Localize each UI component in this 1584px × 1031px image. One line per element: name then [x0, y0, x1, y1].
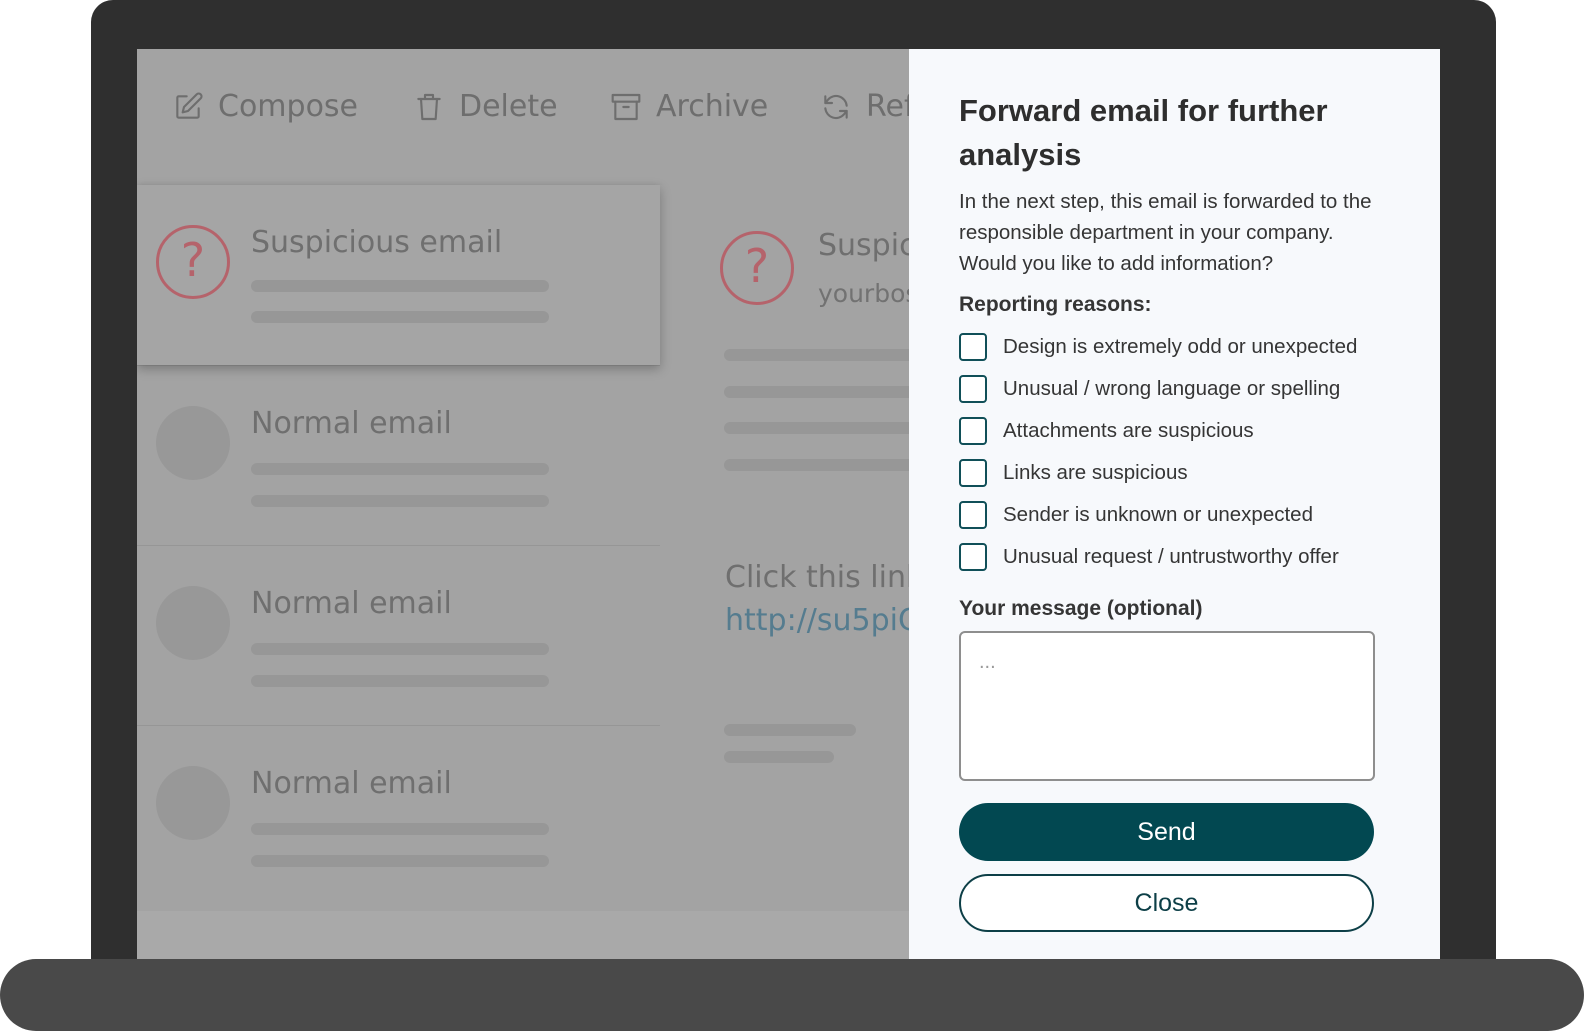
forward-email-dialog: Forward email for further analysis In th… — [909, 49, 1440, 959]
archive-label: Archive — [656, 89, 769, 124]
reason-option[interactable]: Unusual request / untrustworthy offer — [959, 536, 1390, 578]
refresh-button[interactable]: Ref — [820, 89, 915, 124]
reason-option[interactable]: Links are suspicious — [959, 452, 1390, 494]
text-placeholder-bar — [251, 280, 549, 292]
reason-checkbox[interactable] — [959, 543, 987, 571]
delete-button[interactable]: Delete — [413, 89, 558, 124]
reason-label: Links are suspicious — [1003, 461, 1188, 484]
email-title: Suspicious email — [251, 225, 503, 260]
email-title: Normal email — [251, 406, 452, 441]
text-placeholder-bar — [251, 311, 549, 323]
close-button[interactable]: Close — [959, 874, 1374, 932]
reason-checkbox[interactable] — [959, 501, 987, 529]
dialog-intro: In the next step, this email is forwarde… — [959, 190, 1372, 275]
message-label: Your message (optional) — [959, 597, 1203, 620]
reason-option[interactable]: Sender is unknown or unexpected — [959, 494, 1390, 536]
text-placeholder-bar — [724, 751, 834, 763]
text-placeholder-bar — [251, 463, 549, 475]
refresh-icon — [824, 94, 848, 119]
email-title: Normal email — [251, 766, 452, 801]
question-mark-icon: ? — [720, 231, 794, 305]
avatar — [156, 766, 230, 840]
preview-sender: yourbos — [818, 279, 919, 308]
email-list-item[interactable]: Normal email — [137, 725, 660, 905]
reporting-reasons-list: Design is extremely odd or unexpected Un… — [959, 326, 1390, 578]
archive-button[interactable]: Archive — [610, 89, 768, 124]
reason-checkbox[interactable] — [959, 375, 987, 403]
email-list: ? Suspicious email Normal email Normal e… — [137, 185, 660, 911]
reason-label: Unusual request / untrustworthy offer — [1003, 545, 1339, 568]
email-list-item[interactable]: Normal email — [137, 545, 660, 725]
reason-checkbox[interactable] — [959, 417, 987, 445]
send-button[interactable]: Send — [959, 803, 1374, 861]
preview-body-text: Click this link! — [725, 560, 936, 595]
reason-option[interactable]: Attachments are suspicious — [959, 410, 1390, 452]
toolbar: Compose Delete Archive Ref — [137, 49, 937, 165]
reason-label: Attachments are suspicious — [1003, 419, 1254, 442]
reason-label: Design is extremely odd or unexpected — [1003, 335, 1358, 358]
text-placeholder-bar — [724, 724, 856, 736]
reason-label: Sender is unknown or unexpected — [1003, 503, 1313, 526]
email-list-item-suspicious[interactable]: ? Suspicious email — [137, 185, 660, 365]
refresh-label: Ref — [866, 89, 915, 124]
screen: Compose Delete Archive Ref ? Suspicious … — [137, 49, 1440, 959]
text-placeholder-bar — [724, 459, 924, 471]
reason-option[interactable]: Unusual / wrong language or spelling — [959, 368, 1390, 410]
text-placeholder-bar — [251, 675, 549, 687]
preview-subject: Suspic — [818, 228, 916, 263]
avatar — [156, 406, 230, 480]
text-placeholder-bar — [251, 823, 549, 835]
email-title: Normal email — [251, 586, 452, 621]
reason-option[interactable]: Design is extremely odd or unexpected — [959, 326, 1390, 368]
email-list-item[interactable]: Normal email — [137, 365, 660, 545]
laptop-base — [0, 959, 1584, 1031]
message-input[interactable] — [959, 631, 1375, 781]
compose-label: Compose — [218, 89, 359, 124]
text-placeholder-bar — [724, 386, 924, 398]
compose-icon — [176, 91, 203, 119]
suspicious-link[interactable]: http://su5piC1 — [725, 603, 938, 638]
compose-button[interactable]: Compose — [172, 89, 358, 124]
archive-icon — [611, 93, 641, 120]
text-placeholder-bar — [251, 643, 549, 655]
avatar — [156, 586, 230, 660]
dialog-title: Forward email for further analysis — [959, 93, 1328, 172]
text-placeholder-bar — [251, 855, 549, 867]
text-placeholder-bar — [724, 422, 924, 434]
text-placeholder-bar — [724, 349, 924, 361]
question-mark-icon: ? — [156, 225, 230, 299]
text-placeholder-bar — [251, 495, 549, 507]
reporting-reasons-label: Reporting reasons: — [959, 293, 1152, 316]
delete-label: Delete — [459, 89, 558, 124]
trash-icon — [417, 93, 441, 120]
reason-label: Unusual / wrong language or spelling — [1003, 377, 1341, 400]
reason-checkbox[interactable] — [959, 333, 987, 361]
reason-checkbox[interactable] — [959, 459, 987, 487]
